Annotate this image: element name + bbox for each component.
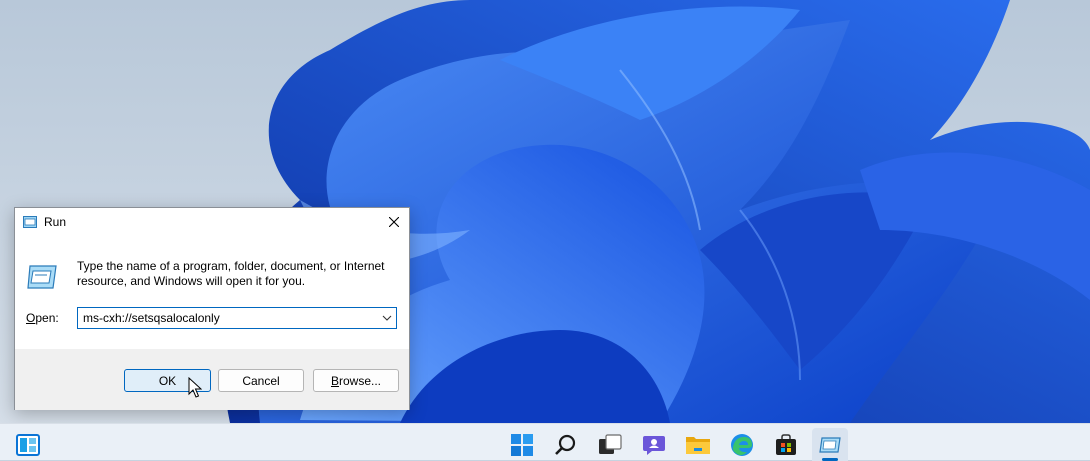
edge-button[interactable]	[724, 428, 760, 461]
search-icon	[555, 434, 576, 455]
task-view-button[interactable]	[592, 428, 628, 461]
widgets-icon	[16, 433, 40, 456]
open-label-rest: pen:	[35, 311, 59, 325]
file-explorer-button[interactable]	[680, 428, 716, 461]
browse-rest: rowse...	[339, 373, 382, 388]
mouse-cursor-icon	[188, 377, 202, 398]
store-icon	[776, 433, 796, 455]
description-text: Type the name of a program, folder, docu…	[77, 259, 385, 288]
open-label: Open:	[26, 311, 59, 325]
store-button[interactable]	[768, 428, 804, 461]
button-footer: OK Cancel Browse...	[15, 349, 409, 410]
start-button[interactable]	[504, 428, 540, 461]
taskbar	[0, 423, 1090, 461]
close-icon	[389, 217, 399, 227]
run-program-icon	[27, 265, 57, 289]
title-bar[interactable]: Run	[15, 208, 409, 236]
open-combobox[interactable]	[77, 307, 397, 329]
open-label-accel: O	[26, 311, 36, 325]
window-title: Run	[44, 215, 67, 229]
chat-button[interactable]	[636, 428, 672, 461]
widgets-button[interactable]	[10, 428, 46, 461]
search-button[interactable]	[548, 428, 584, 461]
close-button[interactable]	[379, 208, 409, 236]
open-input[interactable]	[78, 308, 373, 328]
chat-icon	[643, 435, 665, 455]
task-view-icon	[599, 433, 622, 454]
edge-icon	[731, 433, 753, 456]
file-explorer-icon	[686, 436, 710, 454]
run-icon	[23, 216, 37, 228]
run-dialog: Run Type the name of a program, folder, …	[14, 207, 410, 410]
run-taskbar-button[interactable]	[812, 428, 848, 461]
start-icon	[511, 433, 533, 456]
cancel-button[interactable]: Cancel	[218, 369, 304, 392]
chevron-down-icon[interactable]	[382, 313, 392, 323]
browse-button[interactable]: Browse...	[313, 369, 399, 392]
browse-accel: B	[330, 373, 339, 388]
run-icon	[819, 436, 841, 453]
